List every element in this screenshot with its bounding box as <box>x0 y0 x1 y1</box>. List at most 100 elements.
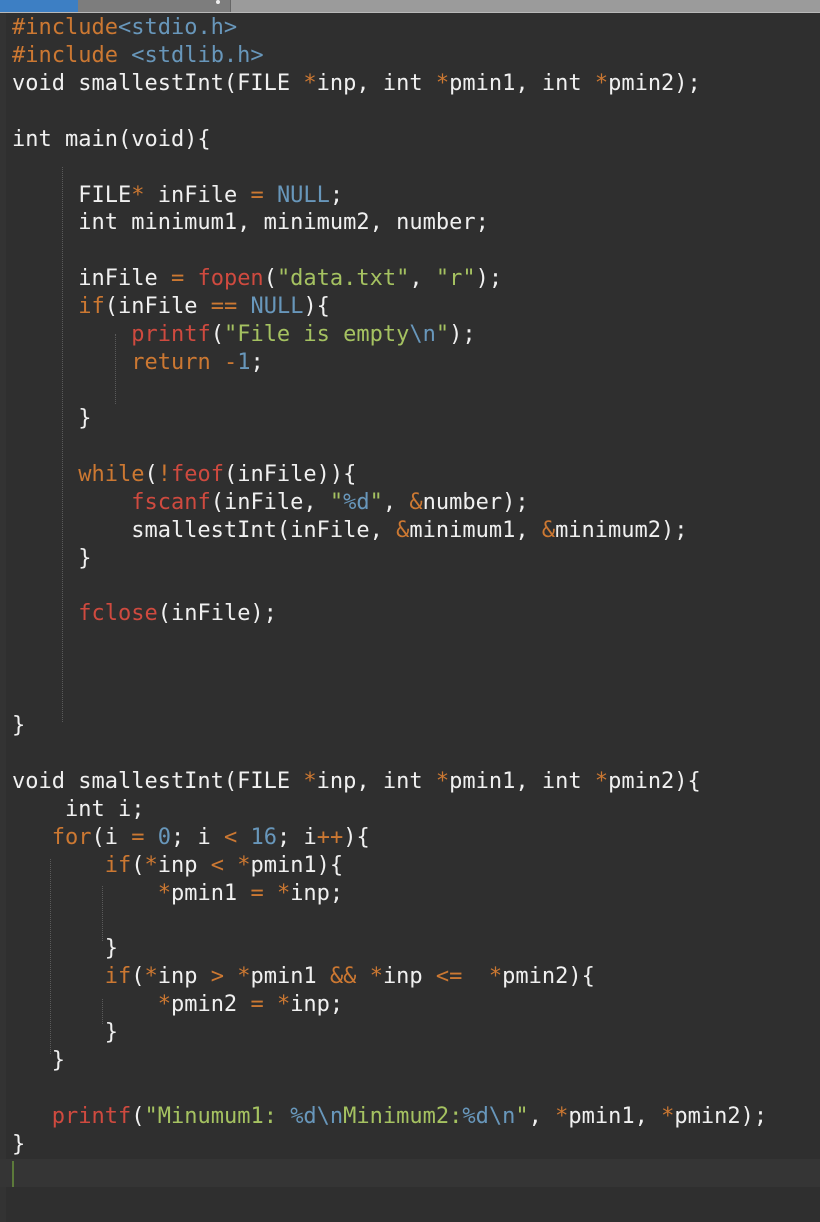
code-token: } <box>12 405 92 431</box>
code-line[interactable]: #include<stdio.h> <box>12 14 820 42</box>
code-token: printf <box>51 1103 132 1129</box>
code-token: if <box>104 964 132 990</box>
code-line[interactable]: int i; <box>12 796 820 824</box>
code-line[interactable]: } <box>12 545 820 573</box>
editor-gutter <box>0 13 6 1222</box>
code-line[interactable]: *pmin2 = *inp; <box>12 991 820 1019</box>
code-line[interactable] <box>12 656 820 684</box>
code-line[interactable] <box>12 1075 820 1103</box>
code-token: * <box>144 852 158 878</box>
code-token: " <box>435 322 450 348</box>
code-token: inp <box>157 852 211 878</box>
code-line[interactable] <box>12 377 820 405</box>
code-token: } <box>12 1020 118 1046</box>
code-line[interactable]: #include <stdlib.h> <box>12 42 820 70</box>
code-line[interactable]: return -1; <box>12 349 820 377</box>
code-token: * <box>435 70 450 96</box>
code-line[interactable]: } <box>12 1019 820 1047</box>
code-token: %d\n <box>290 1103 344 1129</box>
code-line[interactable] <box>12 908 820 936</box>
code-editor[interactable]: #include<stdio.h> #include <stdlib.h> void… <box>0 14 820 1187</box>
code-line[interactable] <box>12 740 820 768</box>
code-line[interactable]: void smallestInt(FILE *inp, int *pmin1, … <box>12 768 820 796</box>
code-token: * <box>276 992 291 1018</box>
code-token: inp <box>382 964 436 990</box>
file-tab[interactable] <box>78 0 230 12</box>
code-token: } <box>12 1048 65 1074</box>
code-token: (inFile); <box>157 601 277 627</box>
code-token: pmin2){ <box>608 768 701 794</box>
code-token: printf <box>131 322 211 348</box>
code-token: } <box>12 1131 26 1157</box>
code-line[interactable]: } <box>12 712 820 740</box>
code-token: %d\n <box>462 1103 516 1129</box>
code-line[interactable] <box>0 1158 820 1187</box>
code-token: = <box>170 266 185 292</box>
code-token: (inFile <box>104 294 211 320</box>
code-line[interactable]: } <box>12 405 820 433</box>
text-cursor <box>12 1161 14 1187</box>
code-token: Minimum2: <box>343 1103 463 1129</box>
code-line[interactable]: smallestInt(inFile, &minimum1, &minimum2… <box>12 517 820 545</box>
code-token: "File is empty <box>223 322 410 348</box>
code-token: pmin2); <box>674 1103 768 1129</box>
code-token: pmin1 <box>250 964 330 990</box>
code-token: ++ <box>316 824 344 850</box>
code-token: for <box>51 824 92 850</box>
code-line[interactable] <box>12 628 820 656</box>
code-line[interactable]: inFile = fopen("data.txt", "r"); <box>12 265 820 293</box>
editor-tab-bar <box>0 0 820 13</box>
code-token: "data.txt" <box>276 266 410 292</box>
code-token: * <box>237 964 251 990</box>
code-token: pmin1){ <box>250 852 344 878</box>
code-token: ){ <box>343 824 370 850</box>
code-line[interactable]: for(i = 0; i < 16; i++){ <box>12 824 820 852</box>
code-token: = <box>250 992 264 1018</box>
code-line[interactable]: void smallestInt(FILE *inp, int *pmin1, … <box>12 70 820 98</box>
code-line[interactable]: fscanf(inFile, "%d", &number); <box>12 489 820 517</box>
code-line[interactable]: int main(void){ <box>12 126 820 154</box>
code-line[interactable]: int minimum1, minimum2, number; <box>12 209 820 237</box>
code-line[interactable] <box>12 98 820 126</box>
code-line[interactable]: printf("File is empty\n"); <box>12 321 820 349</box>
code-line[interactable] <box>12 684 820 712</box>
code-line[interactable]: if(*inp > *pmin1 && *inp <= *pmin2){ <box>12 963 820 991</box>
code-line[interactable]: } <box>12 1131 820 1159</box>
code-token: int i; <box>12 796 145 822</box>
code-token: * <box>157 880 171 906</box>
code-line[interactable] <box>12 433 820 461</box>
code-line[interactable] <box>12 154 820 182</box>
code-line[interactable]: printf("Minumum1: %d\nMinimum2:%d\n", *p… <box>12 1103 820 1131</box>
code-line[interactable]: fclose(inFile); <box>12 600 820 628</box>
code-token: while <box>78 461 145 487</box>
code-token: number); <box>422 489 529 515</box>
code-token: ); <box>475 266 503 292</box>
code-token: inp, int <box>316 70 436 96</box>
code-line[interactable]: if(*inp < *pmin1){ <box>12 852 820 880</box>
code-line[interactable]: *pmin1 = *inp; <box>12 880 820 908</box>
code-line[interactable] <box>12 237 820 265</box>
code-token: = <box>131 824 145 850</box>
active-tab-indicator[interactable] <box>0 0 78 12</box>
code-line[interactable]: } <box>12 935 820 963</box>
code-token: 1 <box>237 350 251 376</box>
code-line[interactable]: FILE* inFile = NULL; <box>12 182 820 210</box>
code-line[interactable] <box>12 572 820 600</box>
code-line[interactable]: if(inFile == NULL){ <box>12 293 820 321</box>
code-line[interactable]: } <box>12 1047 820 1075</box>
code-token: \n <box>409 322 436 348</box>
code-line[interactable]: while(!feof(inFile)){ <box>12 461 820 489</box>
